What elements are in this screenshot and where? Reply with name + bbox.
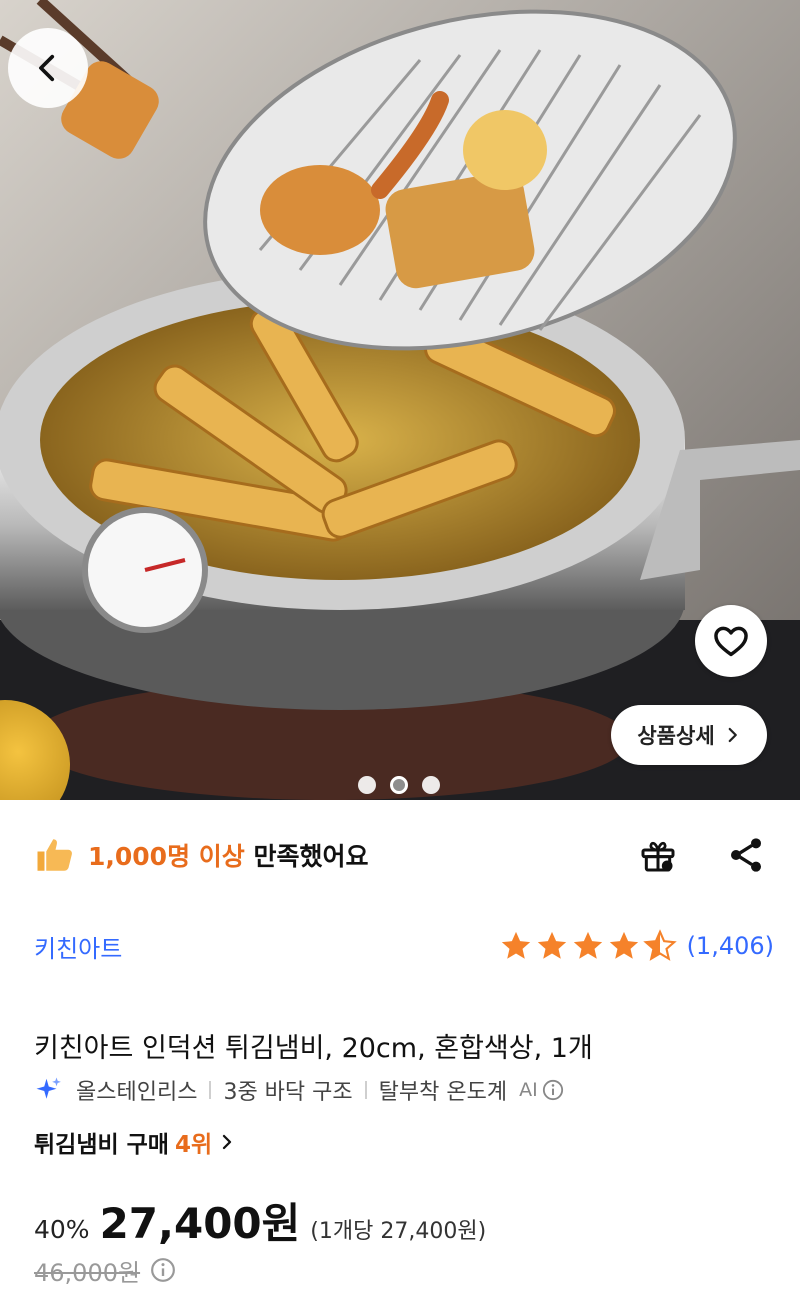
wishlist-button[interactable] bbox=[695, 605, 767, 677]
half-star-icon bbox=[642, 929, 677, 961]
ai-label: AI bbox=[519, 1079, 538, 1101]
rank-label: 튀김냄비 구매 bbox=[34, 1132, 169, 1158]
share-icon[interactable] bbox=[726, 835, 766, 875]
sale-price: 27,400원 bbox=[99, 1199, 301, 1248]
feature-tag: 올스테인리스 bbox=[76, 1080, 198, 1105]
satisfaction-strip: 1,000명 이상 만족했어요 bbox=[0, 800, 800, 910]
original-price: 46,000원 bbox=[34, 1258, 141, 1287]
star-icon bbox=[501, 931, 530, 959]
carousel-indicator bbox=[358, 776, 440, 794]
product-photo bbox=[0, 0, 800, 800]
tag-separator bbox=[209, 1081, 212, 1099]
info-icon bbox=[542, 1079, 563, 1101]
product-detail-label: 상품상세 bbox=[637, 724, 715, 748]
satisfaction-text: 1,000명 이상 만족했어요 bbox=[88, 837, 369, 873]
chevron-right-icon bbox=[223, 1134, 232, 1150]
brand-link[interactable]: 키친아트 bbox=[34, 929, 122, 964]
chevron-left-icon bbox=[39, 54, 55, 82]
carousel-dot[interactable] bbox=[358, 776, 376, 794]
price-row: 40% 27,400원 (1개당 27,400원) bbox=[34, 1190, 486, 1250]
sparkle-icon bbox=[36, 1077, 61, 1099]
star-icon bbox=[573, 931, 602, 959]
chevron-right-icon bbox=[728, 727, 737, 743]
info-icon[interactable] bbox=[150, 1257, 176, 1283]
product-detail-button[interactable]: 상품상세 bbox=[611, 705, 767, 765]
thumbs-up-icon bbox=[37, 839, 72, 871]
satisfaction-highlight: 1,000명 이상 bbox=[88, 842, 245, 871]
discount-rate: 40% bbox=[34, 1215, 90, 1244]
heart-icon bbox=[714, 626, 748, 657]
unit-price: (1개당 27,400원) bbox=[310, 1219, 487, 1244]
feature-tags: 올스테인리스 3중 바닥 구조 탈부착 온도계 AI bbox=[34, 1072, 774, 1108]
original-price-row: 46,000원 bbox=[34, 1252, 176, 1288]
satisfaction-rest: 만족했어요 bbox=[244, 842, 369, 871]
category-rank-link[interactable]: 튀김냄비 구매 4위 bbox=[34, 1124, 236, 1160]
star-icon bbox=[609, 931, 638, 959]
product-title: 키친아트 인덕션 튀김냄비, 20cm, 혼합색상, 1개 bbox=[34, 1033, 593, 1064]
feature-tag: 탈부착 온도계 bbox=[378, 1080, 508, 1105]
carousel-dot[interactable] bbox=[422, 776, 440, 794]
review-count[interactable]: (1,406) bbox=[687, 932, 774, 960]
feature-tag: 3중 바닥 구조 bbox=[223, 1080, 353, 1105]
back-button[interactable] bbox=[8, 28, 88, 108]
rank-value: 4위 bbox=[174, 1132, 213, 1158]
ai-info[interactable]: AI bbox=[519, 1079, 564, 1101]
product-image-carousel[interactable]: 상품상세 bbox=[0, 0, 800, 800]
carousel-dot-active[interactable] bbox=[390, 776, 408, 794]
gift-icon[interactable] bbox=[638, 835, 678, 875]
rating[interactable]: (1,406) bbox=[499, 929, 774, 963]
tag-separator bbox=[364, 1081, 367, 1099]
brand-rating-row: 키친아트 (1,406) bbox=[34, 920, 774, 972]
star-icon bbox=[537, 931, 566, 959]
